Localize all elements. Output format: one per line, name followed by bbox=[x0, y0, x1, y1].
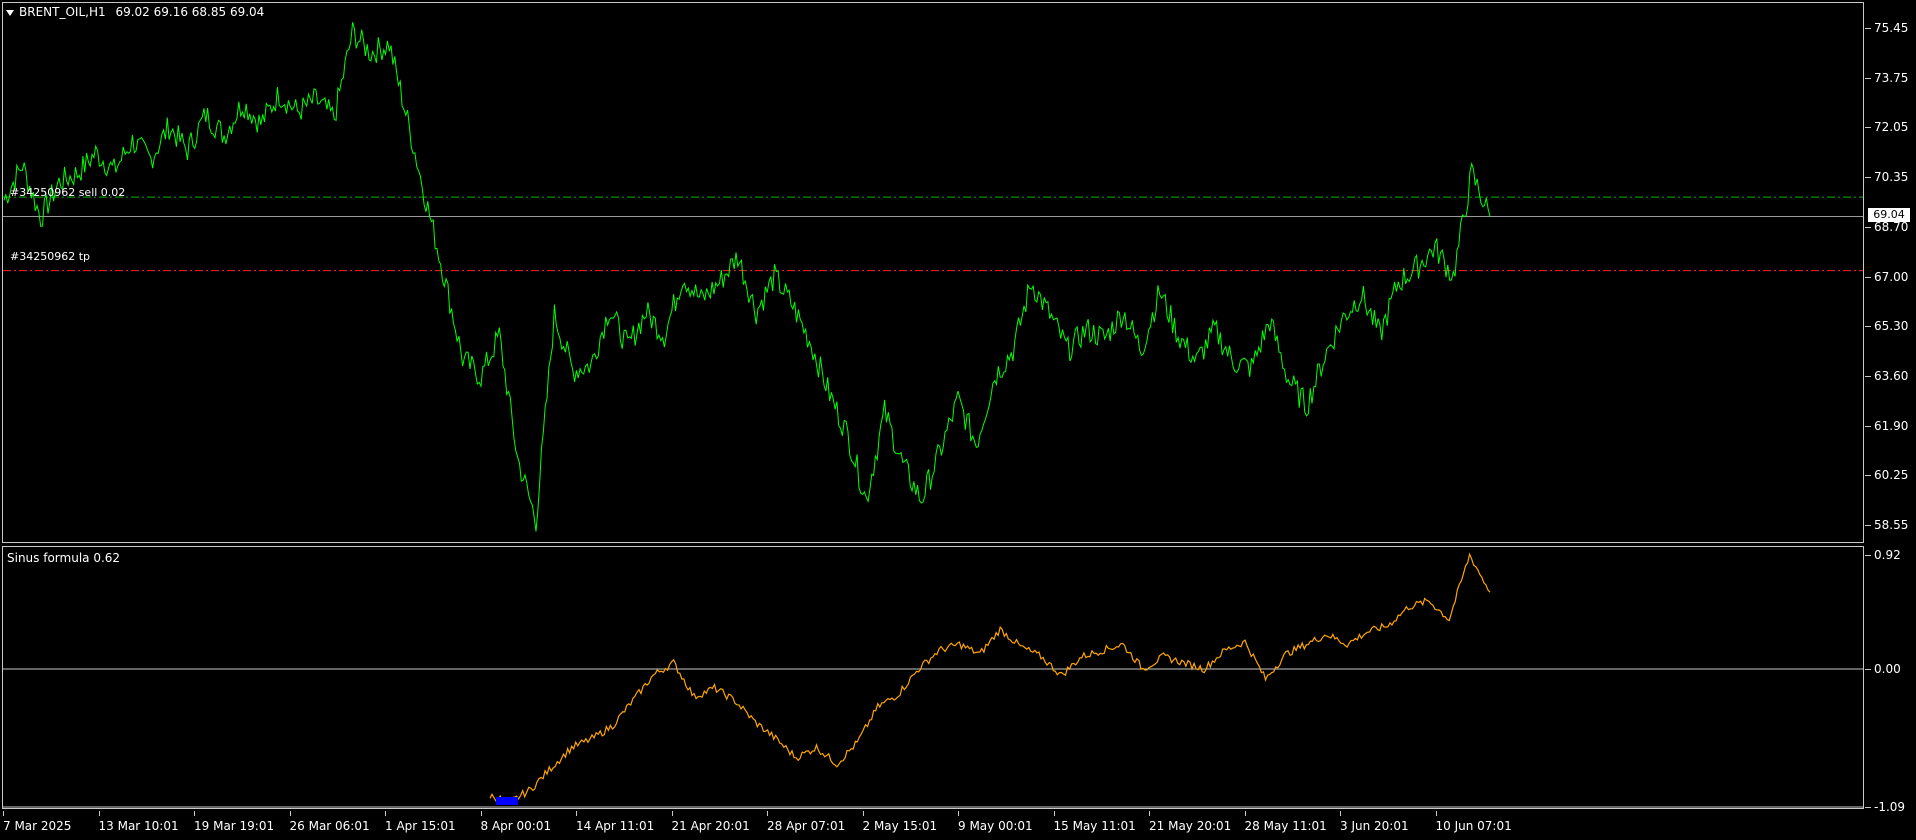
price-axis-label: 60.25 bbox=[1864, 468, 1909, 483]
price-axis-label: 61.90 bbox=[1864, 418, 1909, 433]
price-axis-label: 63.60 bbox=[1864, 368, 1909, 383]
indicator-axis-label: 0.92 bbox=[1865, 548, 1901, 562]
time-axis-label: 8 Apr 00:01 bbox=[480, 819, 552, 833]
ohlc-values: 69.02 69.16 68.85 69.04 bbox=[115, 5, 265, 19]
price-axis-label: 72.05 bbox=[1864, 120, 1909, 135]
time-axis-tick bbox=[194, 811, 195, 816]
price-axis-label: 65.30 bbox=[1864, 319, 1909, 334]
time-axis-label: 15 May 11:01 bbox=[1053, 819, 1136, 833]
time-axis-tick bbox=[1340, 811, 1341, 816]
time-axis-tick bbox=[1149, 811, 1150, 816]
tp-order-label[interactable]: #34250962 tp bbox=[10, 250, 90, 263]
time-axis-label: 19 Mar 19:01 bbox=[194, 819, 275, 833]
time-axis-tick bbox=[862, 811, 864, 816]
time-axis-tick bbox=[289, 811, 291, 816]
time-axis-label: 28 Apr 07:01 bbox=[767, 819, 846, 833]
collapse-triangle-icon[interactable] bbox=[6, 9, 14, 16]
time-axis-label: 13 Mar 10:01 bbox=[98, 819, 179, 833]
indicator-signal-marker bbox=[496, 797, 518, 805]
time-axis-label: 3 Jun 20:01 bbox=[1340, 819, 1409, 833]
price-axis-label: 68.70 bbox=[1864, 219, 1909, 234]
time-axis-label: 21 May 20:01 bbox=[1149, 819, 1232, 833]
time-axis-tick bbox=[671, 811, 673, 816]
time-axis-tick bbox=[576, 811, 577, 816]
price-axis-label: 58.55 bbox=[1864, 518, 1909, 532]
time-axis-label: 14 Apr 11:01 bbox=[576, 819, 655, 833]
price-axis-label: 70.35 bbox=[1864, 170, 1909, 185]
price-axis-label: 73.75 bbox=[1864, 70, 1909, 85]
time-axis-tick bbox=[1244, 811, 1246, 816]
price-axis-label: 75.45 bbox=[1864, 21, 1909, 35]
price-axis-label: 67.00 bbox=[1864, 269, 1909, 284]
time-axis-tick bbox=[3, 811, 4, 816]
indicator-axis-label: 0.00 bbox=[1865, 662, 1901, 676]
time-axis-label: 7 Mar 2025 bbox=[3, 819, 72, 833]
time-axis-tick bbox=[767, 811, 768, 816]
symbol-header[interactable]: BRENT_OIL,H1 69.02 69.16 68.85 69.04 bbox=[6, 5, 264, 19]
time-axis-label: 26 Mar 06:01 bbox=[289, 819, 370, 833]
time-axis-label: 21 Apr 20:01 bbox=[671, 819, 750, 833]
sell-order-label[interactable]: #34250962 sell 0.02 bbox=[10, 186, 125, 199]
time-axis-tick bbox=[958, 811, 959, 816]
indicator-series-line bbox=[489, 552, 1491, 803]
time-axis-tick bbox=[480, 811, 482, 816]
time-axis-label: 28 May 11:01 bbox=[1244, 819, 1327, 833]
symbol-name: BRENT_OIL,H1 bbox=[19, 5, 106, 19]
time-axis-tick bbox=[1053, 811, 1055, 816]
time-axis-label: 2 May 15:01 bbox=[862, 819, 938, 833]
time-axis-tick bbox=[98, 811, 100, 816]
indicator-axis-label: -1.09 bbox=[1864, 800, 1906, 814]
chart-canvas[interactable] bbox=[0, 0, 1916, 840]
time-axis-label: 10 Jun 07:01 bbox=[1435, 819, 1512, 833]
time-axis-tick bbox=[385, 811, 386, 816]
price-series-line bbox=[3, 22, 1491, 532]
time-axis-label: 1 Apr 15:01 bbox=[385, 819, 456, 833]
indicator-header: Sinus formula 0.62 bbox=[7, 551, 121, 565]
time-axis-tick bbox=[1435, 811, 1437, 816]
time-axis-label: 9 May 00:01 bbox=[958, 819, 1033, 833]
